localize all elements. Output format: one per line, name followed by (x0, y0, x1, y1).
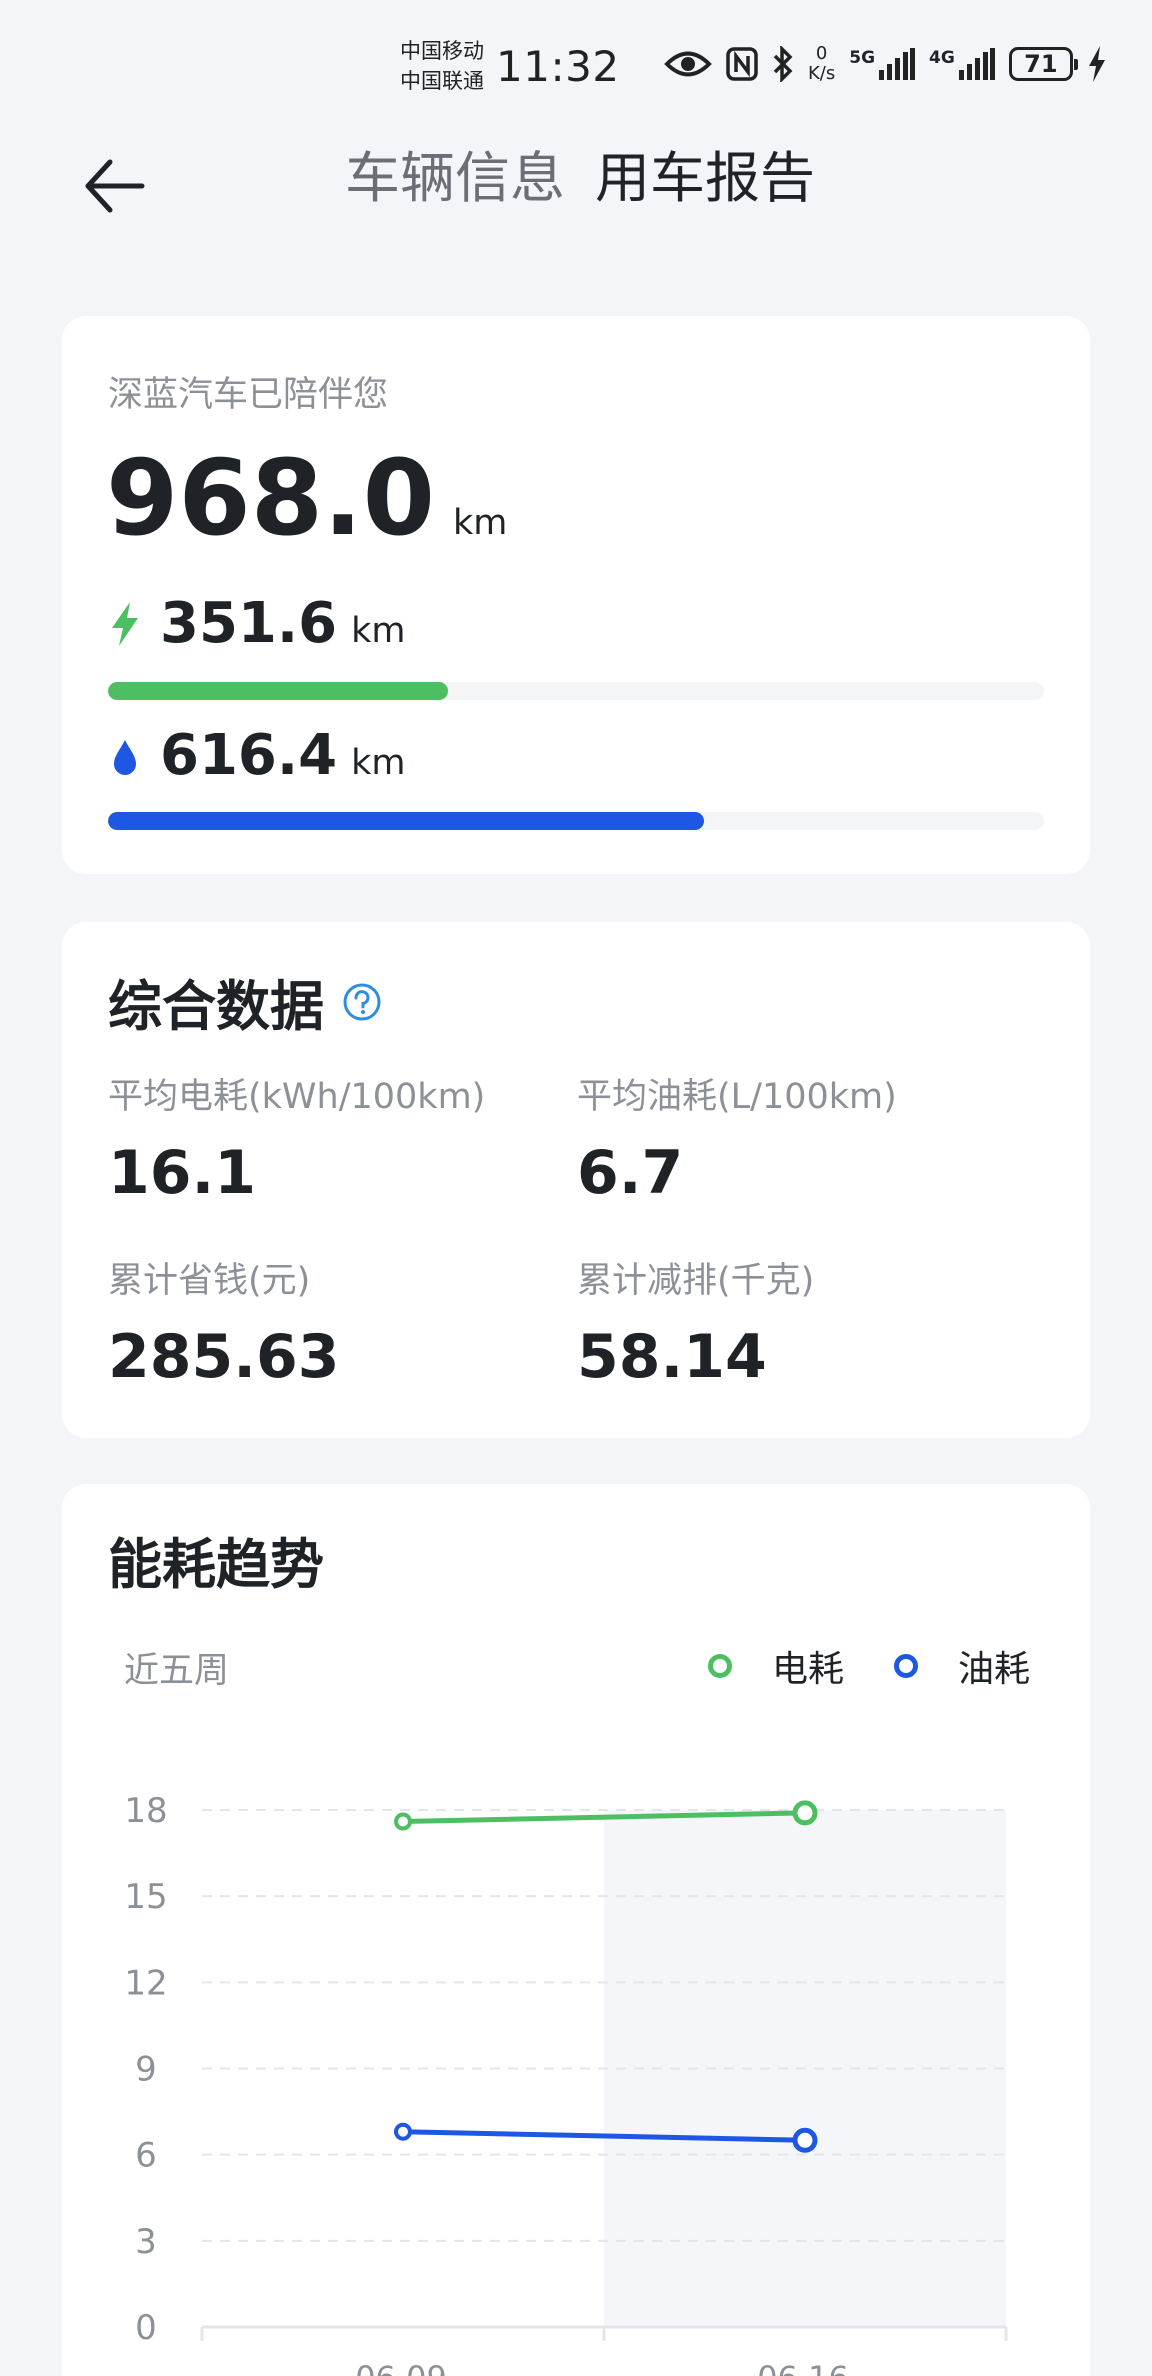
fuel-progress-track (108, 812, 1044, 830)
back-button[interactable] (80, 150, 150, 220)
summary-title-text: 综合数据 (108, 975, 324, 1038)
signal-icon (879, 48, 916, 80)
tab-usage-report[interactable]: 用车报告 (595, 142, 815, 214)
x-tick-label: 06.16 (757, 2359, 849, 2376)
status-icons: 0 K/s 5G 4G 71 (664, 44, 1107, 84)
total-mileage: 968.0 km (106, 446, 507, 550)
tab-vehicle-info[interactable]: 车辆信息 (345, 142, 565, 214)
eye-icon (664, 51, 712, 77)
data-point (394, 1812, 412, 1831)
mileage-card: 深蓝汽车已陪伴您 968.0 km 351.6 km 616.4 km (62, 316, 1090, 874)
lightning-icon (112, 602, 138, 646)
battery-icon: 71 (1008, 47, 1078, 81)
electric-mileage-value: 351.6 (160, 591, 338, 656)
stat-value: 6.7 (577, 1138, 684, 1208)
signal-4g-label: 4G (929, 48, 955, 68)
arrow-left-icon (85, 159, 145, 213)
bluetooth-icon (773, 46, 793, 82)
electric-mileage: 351.6 km (108, 596, 406, 652)
network-speed-value: 0 (815, 43, 828, 64)
mileage-label: 深蓝汽车已陪伴您 (108, 375, 389, 415)
fuel-mileage-value: 616.4 (160, 723, 338, 788)
signal-4g: 4G (929, 48, 995, 80)
stat-avg-fuel: 平均油耗(L/100km) 6.7 (577, 1068, 897, 1203)
carrier-names: 中国移动 中国联通 (400, 36, 484, 96)
x-tick-label: 06.09 (355, 2359, 447, 2376)
stat-value: 285.63 (108, 1322, 340, 1392)
nfc-icon (726, 47, 758, 81)
network-speed: 0 K/s (808, 44, 835, 84)
stat-emission-reduction: 累计减排(千克) 58.14 (577, 1252, 814, 1387)
stat-label: 平均油耗(L/100km) (577, 1077, 897, 1117)
question-icon[interactable] (342, 982, 382, 1022)
fuel-mileage: 616.4 km (108, 728, 406, 784)
electric-progress-track (108, 682, 1044, 700)
y-tick-label: 18 (124, 1791, 167, 1831)
stat-label: 累计减排(千克) (577, 1261, 815, 1301)
total-mileage-unit: km (452, 503, 508, 543)
total-mileage-value: 968.0 (106, 437, 435, 559)
stat-avg-electric: 平均电耗(kWh/100km) 16.1 (108, 1068, 485, 1203)
stat-label: 累计省钱(元) (108, 1261, 311, 1301)
y-tick-label: 12 (124, 1963, 167, 2003)
network-speed-unit: K/s (808, 63, 836, 84)
y-tick-label: 3 (135, 2222, 157, 2262)
y-tick-label: 15 (124, 1877, 167, 1917)
signal-icon (958, 48, 995, 80)
trend-card: 能耗趋势 近五周 电耗 油耗 036912151806.0906.16 (62, 1484, 1090, 2376)
summary-card: 综合数据 平均电耗(kWh/100km) 16.1 平均油耗(L/100km) … (62, 922, 1090, 1438)
charging-icon (1088, 46, 1105, 82)
data-point (792, 2127, 818, 2153)
fuel-progress-fill (108, 812, 705, 830)
fuel-mileage-unit: km (351, 743, 406, 783)
stat-total-saved: 累计省钱(元) 285.63 (108, 1252, 340, 1387)
carrier-2: 中国联通 (400, 69, 484, 93)
y-tick-label: 0 (135, 2308, 157, 2348)
header-tabs: 车辆信息 用车报告 (345, 142, 815, 214)
stat-label: 平均电耗(kWh/100km) (108, 1077, 486, 1117)
y-tick-label: 6 (135, 2136, 157, 2176)
trend-chart[interactable]: 0 3 6 9 12 15 18 06.09 06.16 (62, 1484, 1090, 2376)
stat-value: 16.1 (108, 1138, 257, 1208)
electric-mileage-unit: km (351, 611, 406, 651)
stat-value: 58.14 (577, 1322, 767, 1392)
summary-title: 综合数据 (108, 962, 382, 1041)
carrier-1: 中国移动 (400, 39, 484, 63)
status-time: 11:32 (496, 42, 620, 91)
data-point (394, 2122, 412, 2141)
signal-5g-label: 5G (849, 48, 876, 68)
electric-progress-fill (108, 682, 448, 700)
drop-icon (114, 740, 136, 775)
signal-5g: 5G (849, 48, 916, 80)
y-tick-label: 9 (135, 2050, 157, 2090)
status-bar: 中国移动 中国联通 11:32 0 K/s 5G 4G 71 (0, 0, 1152, 130)
data-point (792, 1800, 818, 1826)
